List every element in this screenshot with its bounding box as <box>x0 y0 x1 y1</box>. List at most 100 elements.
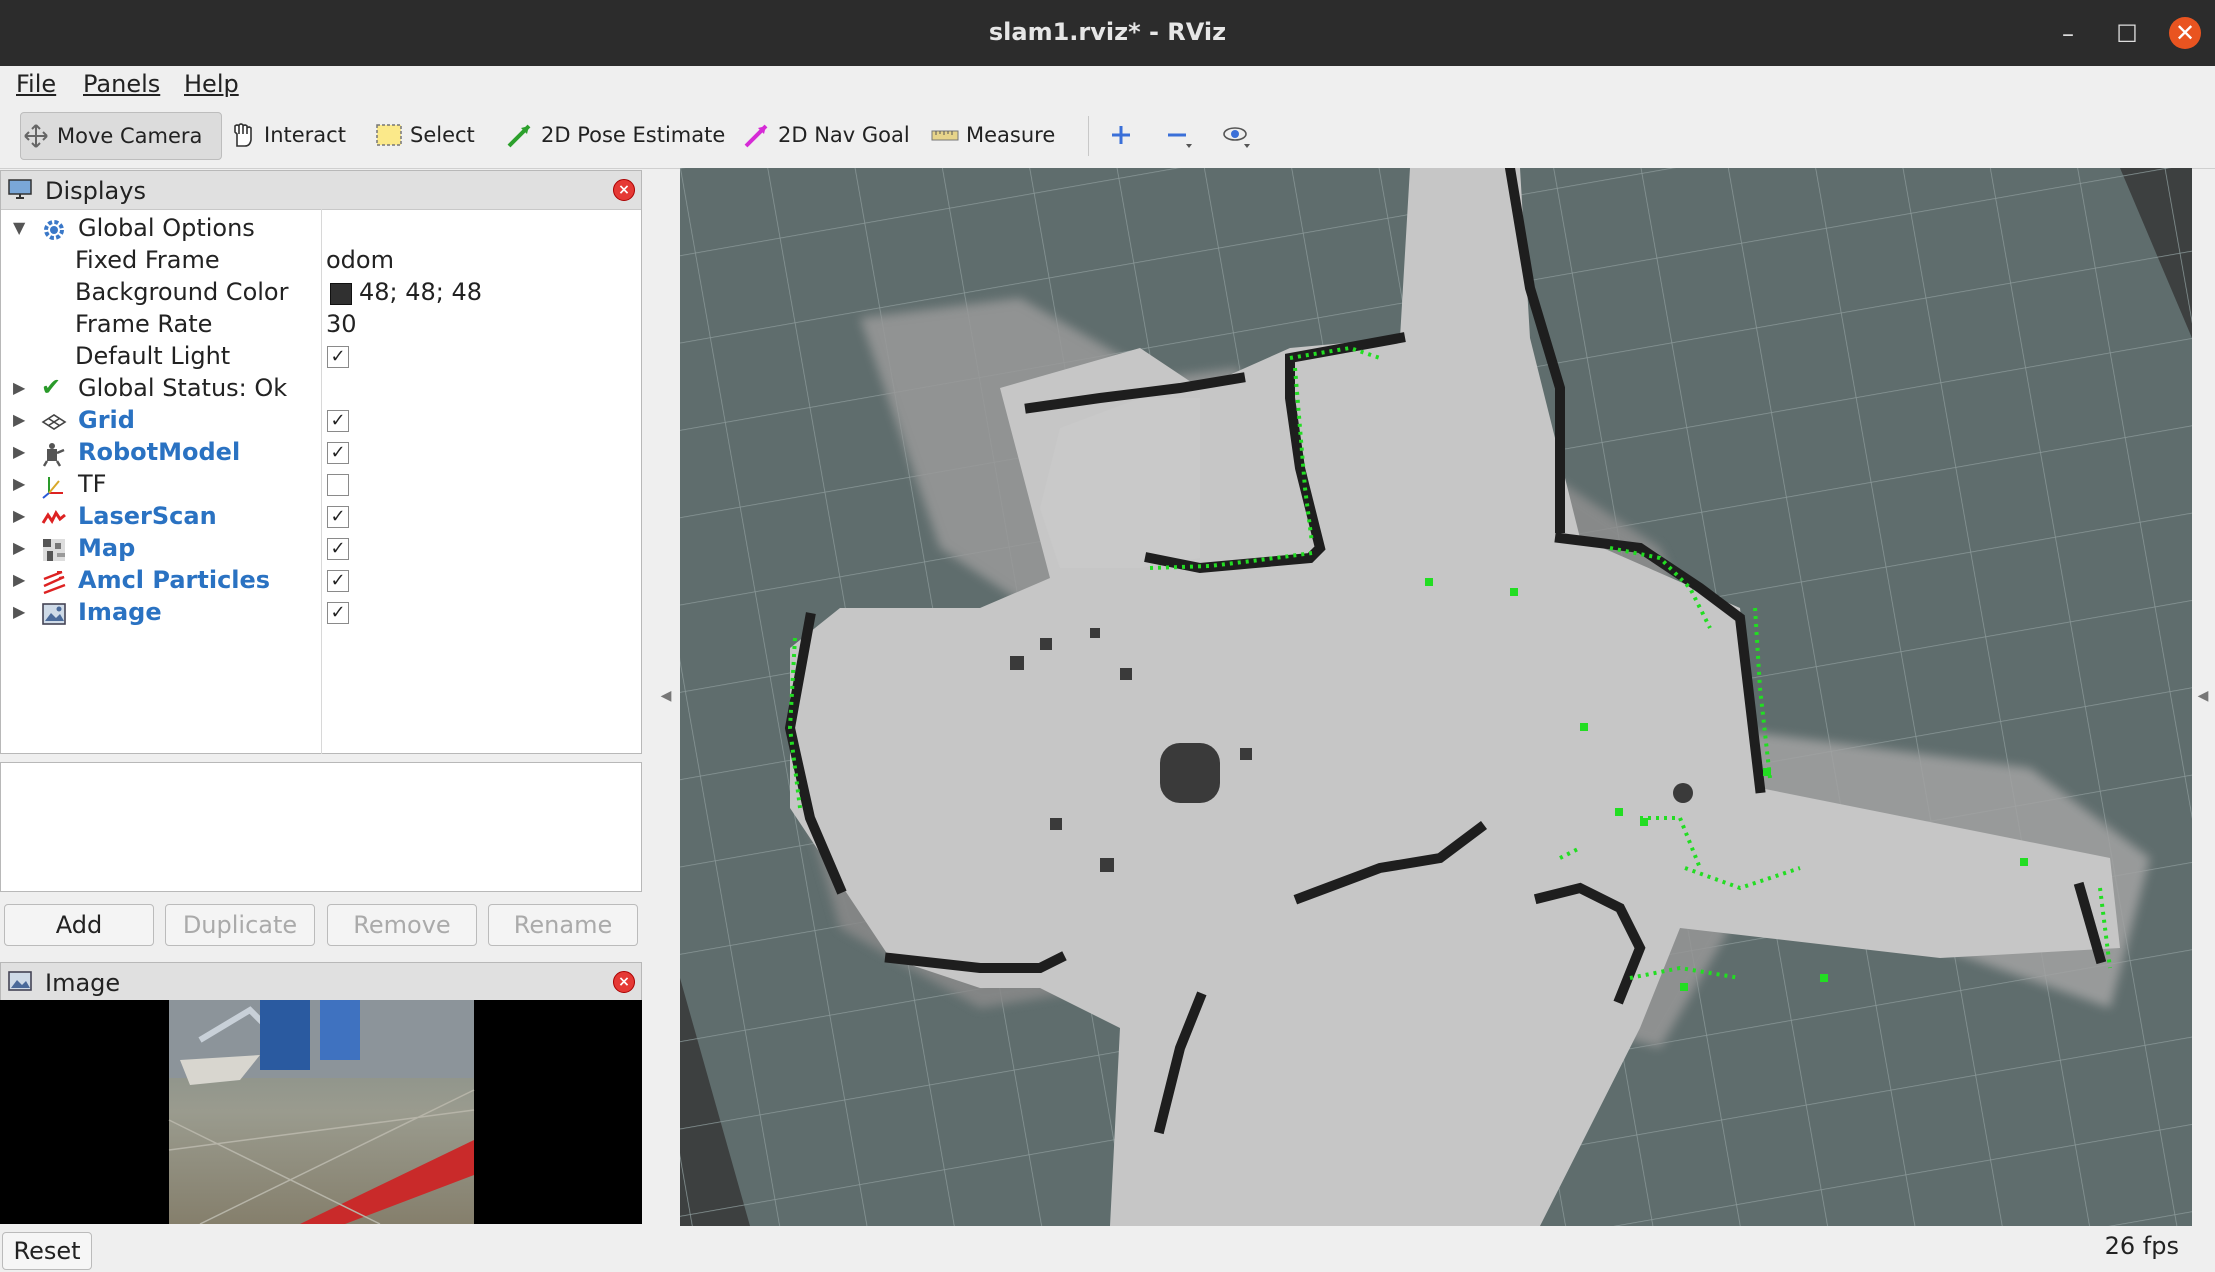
expand-arrow-icon[interactable]: ▶ <box>13 378 25 397</box>
tf-axes-icon <box>41 473 67 499</box>
display-item-image[interactable]: ▶ Image ✓ <box>1 598 638 630</box>
select-label: Select <box>410 123 475 147</box>
robotmodel-checkbox[interactable]: ✓ <box>327 442 349 464</box>
grid-icon <box>41 409 67 435</box>
move-camera-label: Move Camera <box>57 124 203 148</box>
image-icon <box>7 970 33 992</box>
image-panel-close-button[interactable]: × <box>613 971 635 993</box>
reset-button[interactable]: Reset <box>2 1232 92 1270</box>
measure-tool[interactable]: Measure <box>930 112 1055 158</box>
duplicate-button[interactable]: Duplicate <box>165 904 315 946</box>
menu-file[interactable]: File <box>16 70 56 98</box>
image-panel-header: Image × <box>1 963 641 1002</box>
select-icon <box>374 122 404 148</box>
laserscan-label: LaserScan <box>78 502 217 530</box>
interact-tool[interactable]: Interact <box>228 112 346 158</box>
image-label: Image <box>78 598 162 626</box>
display-item-map[interactable]: ▶ Map ✓ <box>1 534 638 566</box>
add-button[interactable]: Add <box>4 904 154 946</box>
pose-estimate-label: 2D Pose Estimate <box>541 123 726 147</box>
toolbar: Move Camera Interact Select 2D Pose Esti… <box>0 102 2215 169</box>
measure-label: Measure <box>966 123 1056 147</box>
remove-tool-button[interactable] <box>1162 112 1198 158</box>
magenta-arrow-icon <box>742 122 772 148</box>
gear-icon <box>41 217 67 243</box>
image-panel: Image × <box>0 962 642 1002</box>
display-item-tf[interactable]: ▶ TF <box>1 470 638 502</box>
grid-label: Grid <box>78 406 135 434</box>
fixed-frame-row[interactable]: Fixed Frame odom <box>1 246 638 278</box>
background-color-label: Background Color <box>75 278 289 306</box>
display-item-amcl-particles[interactable]: ▶ Amcl Particles ✓ <box>1 566 638 598</box>
check-icon: ✔ <box>41 373 62 401</box>
image-checkbox[interactable]: ✓ <box>327 602 349 624</box>
display-item-robotmodel[interactable]: ▶ RobotModel ✓ <box>1 438 638 470</box>
global-options-row[interactable]: ▼ Global Options <box>1 214 638 246</box>
tf-checkbox[interactable] <box>327 474 349 496</box>
expand-arrow-icon[interactable]: ▶ <box>13 538 25 557</box>
nav-goal-label: 2D Nav Goal <box>778 123 910 147</box>
displays-close-button[interactable]: × <box>613 179 635 201</box>
close-button[interactable]: ✕ <box>2169 17 2201 49</box>
remove-button[interactable]: Remove <box>327 904 477 946</box>
particles-icon <box>41 569 67 595</box>
map-render[interactable] <box>680 168 2192 1226</box>
view-tool-button[interactable] <box>1220 112 1256 158</box>
menu-bar: File Panels Help <box>0 66 2215 102</box>
amcl-particles-checkbox[interactable]: ✓ <box>327 570 349 592</box>
background-color-row[interactable]: Background Color 48; 48; 48 <box>1 278 638 310</box>
robot-icon <box>41 441 67 467</box>
3d-viewport[interactable] <box>680 168 2192 1226</box>
displays-header: Displays × <box>1 171 641 210</box>
minus-icon <box>1162 122 1192 148</box>
status-bar <box>0 1228 2215 1272</box>
expand-arrow-icon[interactable]: ▶ <box>13 442 25 461</box>
rename-button[interactable]: Rename <box>488 904 638 946</box>
pose-estimate-tool[interactable]: 2D Pose Estimate <box>505 112 725 158</box>
map-checkbox[interactable]: ✓ <box>327 538 349 560</box>
laser-scan-icon <box>41 505 67 531</box>
map-icon <box>41 537 67 563</box>
displays-panel: Displays × ▼ Global Options Fixed Frame … <box>0 170 642 754</box>
display-item-laserscan[interactable]: ▶ LaserScan ✓ <box>1 502 638 534</box>
expand-arrow-icon[interactable]: ▶ <box>13 506 25 525</box>
menu-help[interactable]: Help <box>184 70 239 98</box>
display-item-grid[interactable]: ▶ Grid ✓ <box>1 406 638 438</box>
hand-icon <box>228 122 258 148</box>
move-camera-tool[interactable]: Move Camera <box>20 112 222 160</box>
global-options-label: Global Options <box>78 214 255 242</box>
monitor-icon <box>7 178 33 200</box>
fixed-frame-value[interactable]: odom <box>326 246 394 274</box>
grid-checkbox[interactable]: ✓ <box>327 410 349 432</box>
expand-arrow-icon[interactable]: ▶ <box>13 474 25 493</box>
default-light-checkbox[interactable]: ✓ <box>327 346 349 368</box>
minimize-button[interactable]: – <box>2052 18 2084 50</box>
nav-goal-tool[interactable]: 2D Nav Goal <box>742 112 910 158</box>
expand-arrow-icon[interactable]: ▶ <box>13 570 25 589</box>
menu-panels[interactable]: Panels <box>83 70 160 98</box>
expand-arrow-icon[interactable]: ▶ <box>13 410 25 429</box>
eye-icon <box>1220 122 1250 148</box>
right-splitter-handle[interactable]: ◀ <box>2196 688 2210 704</box>
tf-label: TF <box>78 470 107 498</box>
frame-rate-label: Frame Rate <box>75 310 213 338</box>
interact-label: Interact <box>264 123 346 147</box>
left-splitter-handle[interactable]: ◀ <box>659 688 673 704</box>
background-color-value[interactable]: 48; 48; 48 <box>359 278 482 306</box>
laserscan-checkbox[interactable]: ✓ <box>327 506 349 528</box>
color-swatch[interactable] <box>330 283 352 305</box>
move-camera-icon <box>21 123 51 149</box>
image-panel-title: Image <box>45 969 121 997</box>
default-light-row[interactable]: Default Light ✓ <box>1 342 638 374</box>
maximize-button[interactable]: ☐ <box>2111 18 2143 50</box>
camera-image-view <box>0 1000 642 1225</box>
add-tool-button[interactable] <box>1106 112 1142 158</box>
frame-rate-value[interactable]: 30 <box>326 310 357 338</box>
frame-rate-row[interactable]: Frame Rate 30 <box>1 310 638 342</box>
collapse-arrow-icon[interactable]: ▼ <box>13 218 25 237</box>
select-tool[interactable]: Select <box>374 112 475 158</box>
map-label: Map <box>78 534 136 562</box>
plus-icon <box>1106 122 1136 148</box>
expand-arrow-icon[interactable]: ▶ <box>13 602 25 621</box>
global-status-row[interactable]: ▶ ✔ Global Status: Ok <box>1 373 638 406</box>
